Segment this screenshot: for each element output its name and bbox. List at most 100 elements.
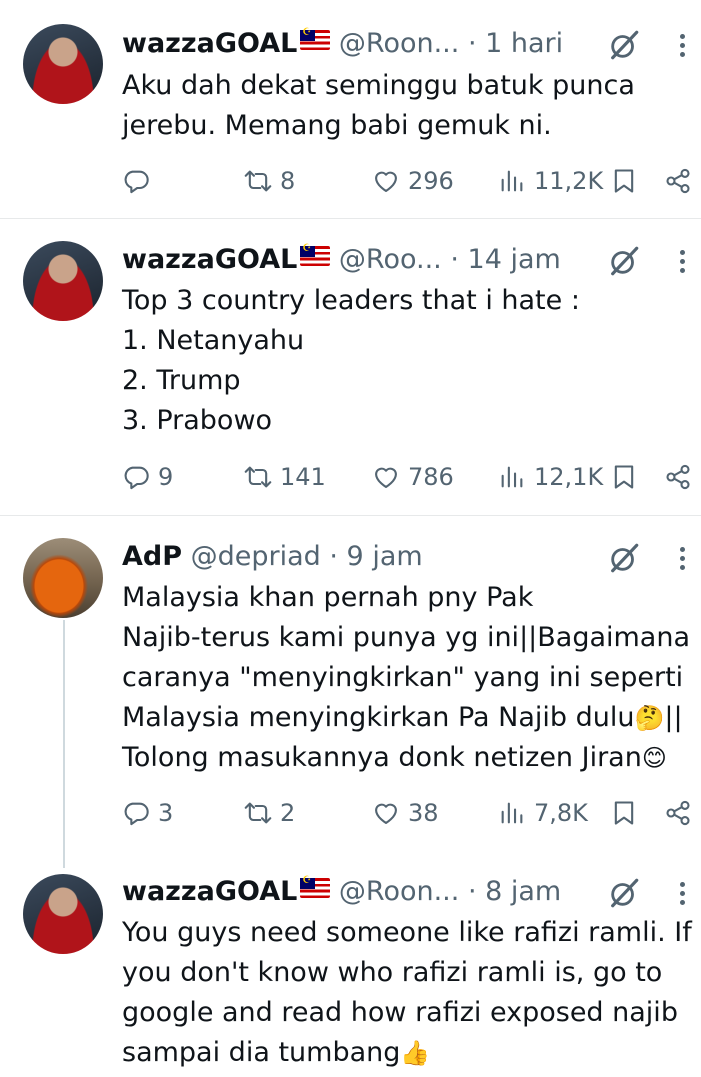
reply-icon bbox=[122, 463, 150, 491]
more-icon[interactable] bbox=[677, 543, 687, 577]
tweet-header: wazzaGOAL @Roon... · 8 jam bbox=[122, 875, 681, 910]
avatar[interactable] bbox=[23, 241, 103, 321]
grok-icon[interactable] bbox=[607, 541, 641, 575]
share-icon bbox=[664, 167, 692, 195]
thread-line bbox=[63, 620, 65, 868]
like-count: 38 bbox=[408, 799, 439, 827]
views-count: 7,8K bbox=[534, 799, 588, 827]
smile-emoji: 😊 bbox=[641, 744, 667, 772]
avatar[interactable] bbox=[23, 24, 103, 104]
retweet-icon bbox=[244, 167, 272, 195]
bookmark-button[interactable] bbox=[610, 164, 638, 198]
bookmark-button[interactable] bbox=[610, 796, 638, 830]
share-icon bbox=[664, 463, 692, 491]
views-count: 12,1K bbox=[534, 463, 604, 491]
retweet-count: 141 bbox=[280, 463, 326, 491]
author-handle[interactable]: @Roon... bbox=[339, 876, 459, 907]
like-icon bbox=[372, 799, 400, 827]
like-icon bbox=[372, 463, 400, 491]
more-icon[interactable] bbox=[677, 878, 687, 912]
bookmark-icon bbox=[610, 167, 638, 195]
reply-button[interactable] bbox=[122, 164, 158, 198]
thumbs-up-emoji: 👍 bbox=[400, 1039, 431, 1067]
views-button[interactable]: 12,1K bbox=[498, 460, 603, 494]
avatar[interactable] bbox=[23, 874, 103, 954]
views-icon bbox=[498, 463, 526, 491]
tweet-text: Malaysia khan pernah pny Pak Najib-terus… bbox=[122, 578, 691, 778]
author-name[interactable]: wazzaGOAL bbox=[122, 28, 297, 59]
text-line: Malaysia khan pernah pny Pak bbox=[122, 582, 534, 613]
tweet-header: AdP @depriad · 9 jam bbox=[122, 541, 681, 575]
timestamp[interactable]: · 1 hari bbox=[468, 28, 563, 59]
malaysia-flag-icon bbox=[300, 243, 331, 266]
reply-button[interactable]: 9 bbox=[122, 460, 173, 494]
tweet-header: wazzaGOAL @Roon... · 1 hari bbox=[122, 27, 681, 62]
more-icon[interactable] bbox=[677, 246, 687, 280]
malaysia-flag-icon bbox=[300, 875, 331, 898]
reply-icon bbox=[122, 799, 150, 827]
grok-icon[interactable] bbox=[607, 244, 641, 278]
text-line: caranya "menyingkirkan" yang ini seperti bbox=[122, 662, 684, 693]
retweet-icon bbox=[244, 463, 272, 491]
like-button[interactable]: 786 bbox=[372, 460, 454, 494]
text-line: You guys need someone like rafizi ramli.… bbox=[122, 917, 692, 948]
views-button[interactable]: 11,2K bbox=[498, 164, 603, 198]
reply-count: 9 bbox=[158, 463, 174, 491]
bookmark-button[interactable] bbox=[610, 460, 638, 494]
author-handle[interactable]: @Roo... bbox=[339, 244, 442, 275]
like-count: 786 bbox=[408, 463, 454, 491]
author-name[interactable]: wazzaGOAL bbox=[122, 244, 297, 275]
share-icon bbox=[664, 799, 692, 827]
retweet-button[interactable]: 141 bbox=[244, 460, 326, 494]
reply-icon bbox=[122, 167, 150, 195]
text-line: you don't know who rafizi ramli is, go t… bbox=[122, 957, 663, 988]
bookmark-icon bbox=[610, 799, 638, 827]
tweet-text: Aku dah dekat seminggu batuk punca jereb… bbox=[122, 70, 635, 141]
views-icon bbox=[498, 799, 526, 827]
tweet-header: wazzaGOAL @Roo... · 14 jam bbox=[122, 243, 681, 278]
grok-icon[interactable] bbox=[607, 876, 641, 910]
tweet-actions: 3 2 38 7,8K bbox=[122, 796, 701, 830]
retweet-icon bbox=[244, 799, 272, 827]
tweet-actions: 9 141 786 12,1K bbox=[122, 460, 701, 494]
reply-button[interactable]: 3 bbox=[122, 796, 173, 830]
timestamp[interactable]: · 8 jam bbox=[468, 876, 561, 907]
retweet-count: 2 bbox=[280, 799, 296, 827]
tweet[interactable]: wazzaGOAL @Roon... · 1 hari Aku dah deka… bbox=[0, 0, 701, 218]
share-button[interactable] bbox=[664, 460, 692, 494]
tweet-text: You guys need someone like rafizi ramli.… bbox=[122, 913, 692, 1073]
bookmark-icon bbox=[610, 463, 638, 491]
author-name[interactable]: AdP bbox=[122, 541, 182, 572]
like-icon bbox=[372, 167, 400, 195]
views-count: 11,2K bbox=[534, 167, 604, 195]
tweet-text: Top 3 country leaders that i hate : 1. N… bbox=[122, 285, 580, 436]
more-icon[interactable] bbox=[677, 30, 687, 64]
timestamp[interactable]: · 9 jam bbox=[329, 541, 422, 572]
like-count: 296 bbox=[408, 167, 454, 195]
timestamp[interactable]: · 14 jam bbox=[450, 244, 560, 275]
text-line: google and read how rafizi exposed najib bbox=[122, 997, 678, 1028]
author-handle[interactable]: @Roon... bbox=[339, 28, 459, 59]
tweet[interactable]: wazzaGOAL @Roon... · 8 jam You guys need… bbox=[0, 852, 701, 1077]
thinking-emoji: 🤔 bbox=[634, 704, 665, 732]
author-handle[interactable]: @depriad bbox=[191, 541, 321, 572]
grok-icon[interactable] bbox=[607, 28, 641, 62]
retweet-count: 8 bbox=[280, 167, 296, 195]
tweet[interactable]: AdP @depriad · 9 jam Malaysia khan perna… bbox=[0, 516, 701, 846]
share-button[interactable] bbox=[664, 164, 692, 198]
like-button[interactable]: 38 bbox=[372, 796, 439, 830]
author-name[interactable]: wazzaGOAL bbox=[122, 876, 297, 907]
malaysia-flag-icon bbox=[300, 27, 331, 50]
views-button[interactable]: 7,8K bbox=[498, 796, 588, 830]
text-line: Tolong masukannya donk netizen Jiran😊 bbox=[122, 742, 667, 773]
text-line: Malaysia menyingkirkan Pa Najib dulu🤔|| bbox=[122, 702, 683, 733]
like-button[interactable]: 296 bbox=[372, 164, 454, 198]
reply-count: 3 bbox=[158, 799, 174, 827]
text-line: Najib-terus kami punya yg ini||Bagaimana bbox=[122, 622, 691, 653]
retweet-button[interactable]: 8 bbox=[244, 164, 295, 198]
retweet-button[interactable]: 2 bbox=[244, 796, 295, 830]
tweet[interactable]: wazzaGOAL @Roo... · 14 jam Top 3 country… bbox=[0, 219, 701, 515]
avatar[interactable] bbox=[23, 538, 103, 618]
share-button[interactable] bbox=[664, 796, 692, 830]
views-icon bbox=[498, 167, 526, 195]
